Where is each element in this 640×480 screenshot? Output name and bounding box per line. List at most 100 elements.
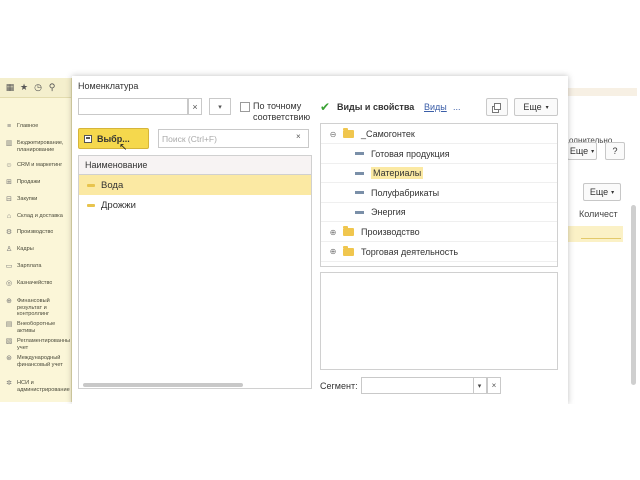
items-table: Наименование Вода Дрожжи — [78, 155, 312, 389]
background-more-button-2[interactable]: Еще ▾ — [583, 183, 621, 201]
search-icon[interactable]: ⚲ — [46, 82, 58, 94]
table-row[interactable]: Дрожжи — [79, 195, 311, 215]
expand-icon[interactable]: ⊕ — [329, 228, 337, 237]
history-clock-icon[interactable]: ◷ — [32, 82, 44, 94]
search-clear-icon[interactable]: × — [296, 132, 301, 141]
element-icon — [355, 171, 364, 175]
tree-item-label: Готовая продукция — [371, 148, 450, 159]
tree-row[interactable]: ⊕ Производство — [321, 223, 557, 242]
segment-input[interactable] — [361, 377, 474, 394]
tree-item-label: Торговая деятельность — [361, 246, 459, 257]
gear-icon: ✲ — [6, 380, 12, 387]
sidebar-toolbar: ▦ ★ ◷ ⚲ — [0, 78, 71, 98]
element-icon — [355, 191, 364, 195]
kinds-link[interactable]: Виды — [424, 102, 447, 112]
favorites-star-icon[interactable]: ★ — [18, 82, 30, 94]
exact-match-label: По точному соответствию — [253, 101, 310, 123]
sidebar-item-label: Производство — [17, 229, 54, 235]
apps-grid-icon[interactable]: ▦ — [4, 82, 16, 94]
sidebar-item[interactable]: ▥ Бюджетирование, планирование — [0, 140, 72, 153]
items-table-body: Вода Дрожжи — [79, 175, 311, 215]
sidebar-item[interactable]: ⊟ Закупки — [0, 196, 72, 204]
checkmark-icon[interactable]: ✔ — [320, 100, 330, 114]
sidebar-item-label: НСИ и администрирование — [17, 380, 70, 393]
chevron-down-icon: ▾ — [477, 382, 482, 390]
horizontal-scrollbar[interactable] — [83, 383, 243, 387]
dialog-title: Номенклатура — [78, 81, 139, 91]
sidebar-item[interactable]: ♙ Кадры — [0, 246, 72, 254]
basket-icon: ⊟ — [6, 196, 12, 203]
sidebar-item[interactable]: ▧ Регламентированный учет — [0, 338, 72, 351]
background-more-label-2: Еще — [589, 187, 609, 197]
folder-icon — [343, 226, 354, 236]
sidebar-item[interactable]: ☺ CRM и маркетинг — [0, 162, 72, 170]
search-input[interactable]: Поиск (Ctrl+F) — [158, 129, 309, 148]
sidebar-item[interactable]: ✲ НСИ и администрирование — [0, 380, 72, 393]
exact-match-label-line1: По точному — [253, 101, 302, 111]
close-icon: × — [192, 101, 198, 112]
sidebar-item[interactable]: ⊕ Финансовый результат и контроллинг — [0, 298, 72, 318]
chart-icon: ▥ — [5, 140, 13, 147]
scrollbar-thumb[interactable] — [631, 205, 636, 385]
column-header-name[interactable]: Наименование — [79, 156, 311, 175]
report-icon: ▧ — [5, 338, 13, 345]
table-row[interactable]: Вода — [79, 175, 311, 195]
tree-row[interactable]: ⊕ Торговая деятельность — [321, 243, 557, 262]
kinds-more-link[interactable]: ... — [453, 102, 461, 112]
sidebar-item-label: Продажи — [17, 179, 41, 185]
kinds-tree: ⊖ _Самогонтек Готовая продукция Материалы По… — [320, 123, 558, 267]
tree-row[interactable]: ⊖ _Самогонтек — [321, 125, 557, 144]
more-button[interactable]: Еще ▾ — [514, 98, 558, 116]
expand-icon[interactable]: ⊕ — [329, 247, 337, 256]
tree-row[interactable]: Энергия — [321, 203, 557, 223]
nomenclature-dialog: Номенклатура × ▾ По точному соответствию… — [72, 76, 568, 404]
tree-row[interactable]: Полуфабрикаты — [321, 184, 557, 203]
mouse-cursor-icon: ↖ — [119, 142, 128, 153]
building-icon: ▤ — [5, 321, 13, 328]
sidebar-item[interactable]: ≡ Главное — [0, 123, 72, 131]
tree-row[interactable]: Готовая продукция — [321, 145, 557, 164]
exact-match-checkbox[interactable] — [240, 102, 250, 112]
filter-input[interactable] — [78, 98, 188, 115]
tree-row[interactable]: Материалы — [321, 164, 557, 184]
background-more-button[interactable]: Еще ▾ — [567, 142, 597, 160]
segment-dropdown-button[interactable]: ▾ — [473, 377, 487, 394]
sidebar-item-label: CRM и маркетинг — [17, 162, 63, 168]
background-row-line — [581, 238, 621, 239]
segment-clear-button[interactable]: × — [487, 377, 501, 394]
sidebar-item[interactable]: ⊞ Продажи — [0, 179, 72, 187]
table-cell-name: Дрожжи — [101, 199, 136, 211]
sidebar-item[interactable]: ◎ Казначейство — [0, 280, 72, 288]
sidebar: ▦ ★ ◷ ⚲ ≡ Главное ▥ Бюджетирование, планиро… — [0, 78, 72, 402]
help-button[interactable]: ? — [605, 142, 625, 160]
background-scrollbar[interactable] — [630, 80, 638, 400]
background-top — [0, 0, 640, 75]
copy-button[interactable] — [486, 98, 508, 116]
select-icon — [84, 134, 92, 143]
chevron-down-icon: ▾ — [591, 148, 595, 155]
collapse-icon[interactable]: ⊖ — [329, 130, 337, 139]
coins-icon: ◎ — [5, 280, 13, 287]
filter-clear-button[interactable]: × — [188, 98, 202, 115]
close-icon: × — [491, 381, 497, 390]
element-icon — [355, 152, 364, 156]
chevron-down-icon: ▾ — [218, 103, 222, 111]
sidebar-item[interactable]: ▤ Внеоборотные активы — [0, 321, 72, 334]
tree-item-label: _Самогонтек — [361, 129, 415, 139]
sidebar-item[interactable]: ⚙ Производство — [0, 229, 72, 237]
exact-match-label-line2: соответствию — [253, 112, 311, 122]
sidebar-item[interactable]: ⌂ Склад и доставка — [0, 213, 72, 221]
sidebar-item[interactable]: ▭ Зарплата — [0, 263, 72, 271]
chevron-down-icon: ▾ — [611, 189, 615, 196]
sidebar-item-label: Финансовый результат и контроллинг — [17, 298, 50, 317]
background-column-header: Количест — [579, 209, 618, 219]
filter-dropdown-button[interactable]: ▾ — [209, 98, 231, 115]
sidebar-item-label: Казначейство — [17, 280, 53, 286]
select-button[interactable]: Выбр... — [78, 128, 149, 149]
tree-item-label: Производство — [361, 227, 420, 237]
tree-item-label: Полуфабрикаты — [371, 187, 440, 198]
sidebar-item[interactable]: ⊛ Международный финансовый учет — [0, 355, 72, 368]
copy-icon-back — [494, 103, 501, 110]
background-more-label: Еще — [569, 146, 589, 156]
tree-item-label: Материалы — [371, 167, 424, 180]
